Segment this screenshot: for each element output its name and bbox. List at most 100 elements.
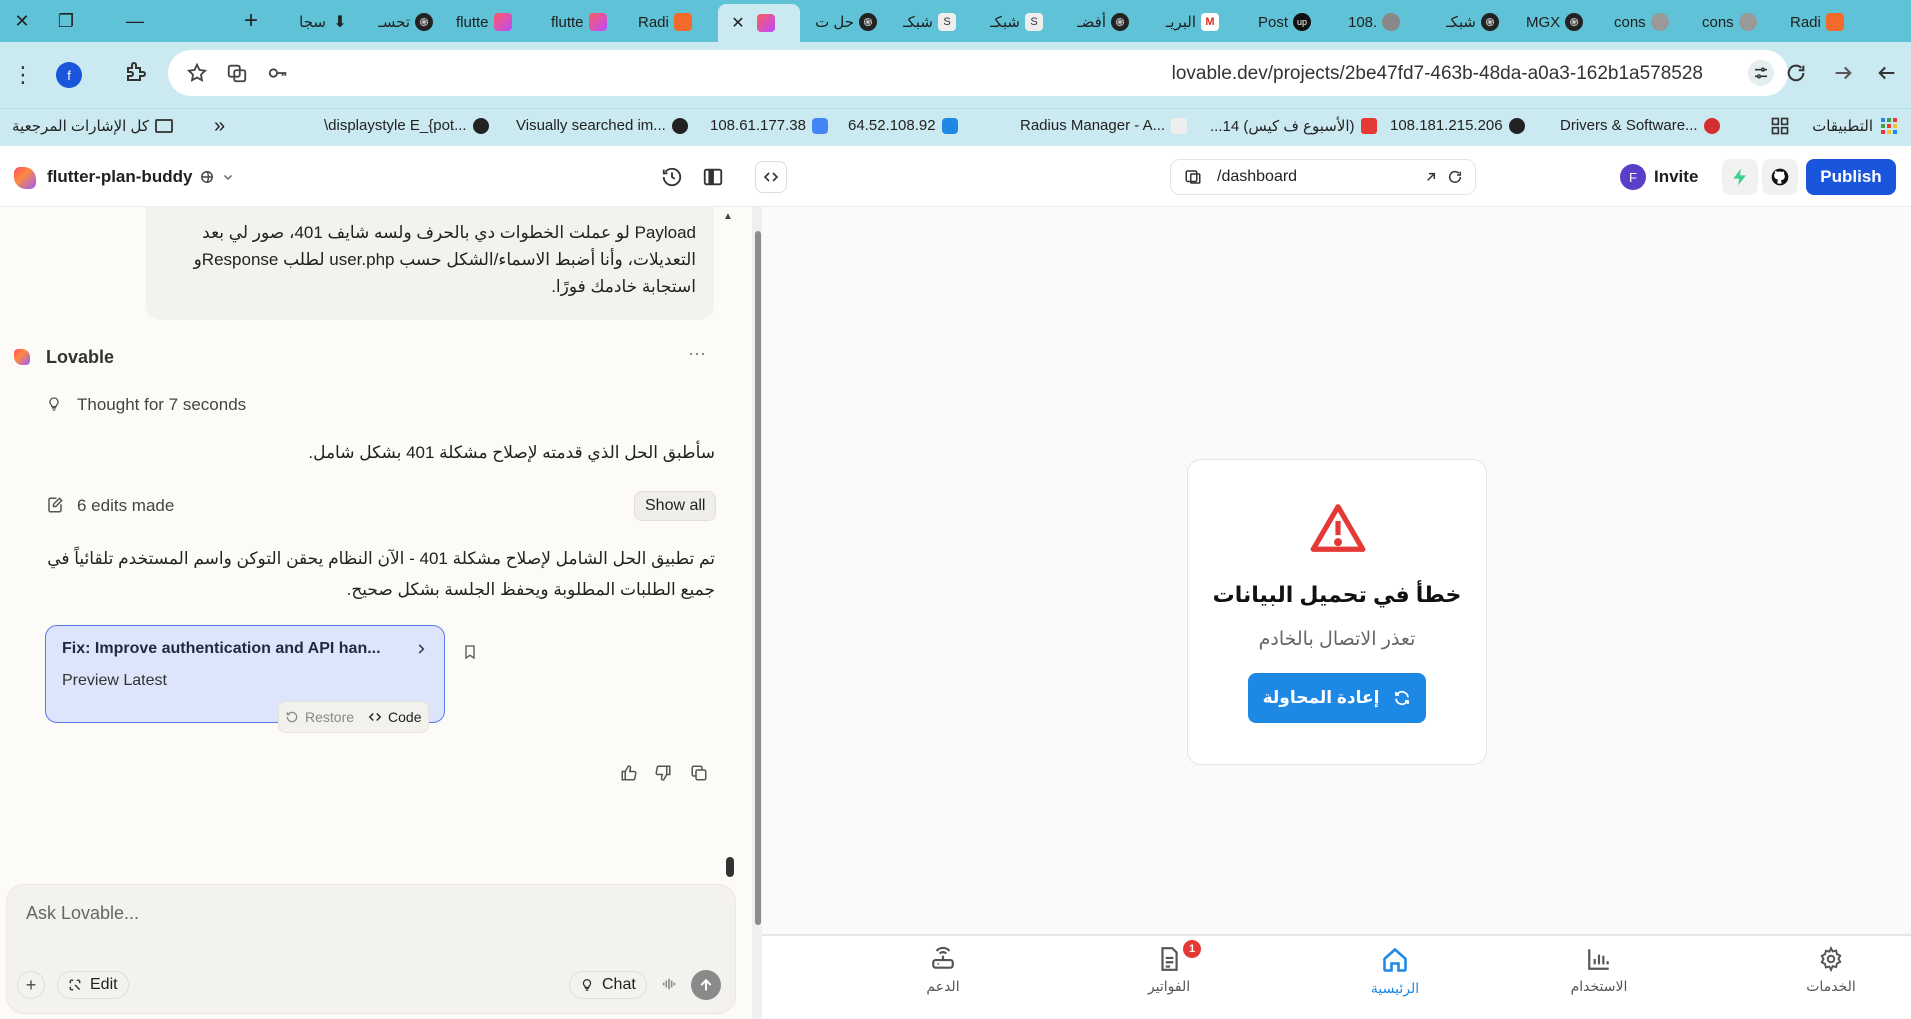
reload-icon[interactable] [1785,62,1807,84]
window-restore-button[interactable]: ❐ [44,0,88,42]
up-icon: up [1293,13,1312,31]
bookmark-item[interactable]: Visually searched im... [516,117,694,134]
thumbs-up-icon[interactable] [620,764,638,782]
minimize-icon: — [126,10,144,31]
browser-tab[interactable]: MGX ֍ [1520,7,1596,37]
thumbs-down-icon[interactable] [654,764,672,782]
nav-item-services[interactable]: الخدمات [1771,946,1891,995]
bookmark-item[interactable]: التطبيقات [1812,117,1897,135]
browser-tab[interactable]: 108. [1342,7,1420,37]
chevron-right-icon [414,642,428,656]
bookmark-star-icon[interactable] [186,62,208,84]
thought-duration[interactable]: Thought for 7 seconds [77,395,246,415]
voice-wave-icon[interactable] [661,975,677,993]
plus-icon: + [25,974,37,995]
browser-tab[interactable]: cons [1608,7,1684,37]
open-external-icon[interactable] [1423,169,1439,185]
profile-avatar[interactable]: f [56,62,82,88]
nav-item-invoices[interactable]: 1 الفواتير [1109,940,1229,995]
browser-tab[interactable]: Radi [632,7,706,37]
browser-tab[interactable]: flutte [545,7,619,37]
window-close-button[interactable]: ✕ [0,0,44,42]
sidebar-toggle-icon[interactable] [702,166,724,188]
browser-tab-active[interactable]: ✕ [718,4,800,42]
bookmark-item[interactable]: 108.181.215.206 [1390,117,1531,134]
globe-icon [472,117,489,134]
attach-button[interactable]: + [17,971,45,999]
notification-badge: 1 [1183,940,1201,958]
close-tab-icon: ✕ [731,15,745,32]
show-all-button[interactable]: Show all [634,491,717,521]
restore-button[interactable]: Restore [285,709,354,725]
site-settings-icon[interactable] [1748,60,1774,86]
tab-label: flutte [456,13,489,31]
openai-icon: ֍ [415,13,433,31]
browser-tab[interactable]: ⬇ سجا [280,7,360,37]
route-input[interactable]: /dashboard [1217,168,1297,186]
scroll-up-icon[interactable]: ▲ [723,211,733,222]
bookmark-item[interactable]: (الأسبوع ف كيس) 14... [1210,117,1383,135]
browser-tab[interactable]: S شبكـ [895,7,967,37]
openai-icon: ֍ [859,13,877,31]
github-button[interactable] [1762,159,1798,195]
bookmark-item[interactable]: 64.52.108.92 [848,117,964,134]
browser-tab[interactable]: cons [1696,7,1772,37]
chevron-double-icon[interactable]: » [214,115,225,138]
bookmark-item[interactable]: \displaystyle E_{pot... [324,117,495,134]
tab-groups-icon[interactable] [1770,116,1790,136]
invite-button[interactable]: F Invite [1620,159,1698,195]
scrollbar-thumb[interactable] [755,231,761,925]
browser-tab[interactable]: ֍ حل ت [808,7,888,37]
translate-icon[interactable] [226,62,248,84]
new-tab-button[interactable]: + [229,0,273,42]
bookmark-label: 64.52.108.92 [848,117,936,134]
nav-item-support[interactable]: الدعم [883,946,1003,995]
code-icon [763,169,779,185]
supabase-button[interactable] [1722,159,1758,195]
publish-button[interactable]: Publish [1806,159,1896,195]
panel-scrollbar[interactable] [752,207,762,1019]
code-view-button[interactable] [755,161,787,193]
browser-tab[interactable]: Post up [1252,7,1328,37]
chat-mode-button[interactable]: Chat [569,971,647,999]
url-text[interactable]: lovable.dev/projects/2be47fd7-463b-48da-… [1172,63,1703,85]
key-icon[interactable] [266,62,290,84]
menu-dots-icon[interactable]: ⋮ [12,62,34,88]
browser-tab[interactable]: Radi [1784,7,1860,37]
refresh-icon[interactable] [1447,169,1463,185]
bookmark-item[interactable]: 108.61.177.38 [710,117,834,134]
retry-button[interactable]: إعادة المحاولة [1248,673,1426,723]
history-icon[interactable] [661,166,683,188]
route-bar[interactable]: /dashboard [1170,159,1476,195]
nav-item-home[interactable]: الرئيسية [1335,946,1455,997]
message-more-button[interactable]: ··· [688,343,706,364]
edit-mode-button[interactable]: Edit [57,971,129,999]
bookmark-item[interactable]: Drivers & Software... [1560,117,1726,134]
back-arrow-icon[interactable] [1832,62,1854,84]
browser-tab[interactable]: M البريـ [1154,7,1230,37]
bookmark-icon[interactable] [462,643,478,661]
device-preview-icon[interactable] [1183,168,1203,186]
project-selector[interactable]: flutter-plan-buddy [47,167,234,187]
lovable-avatar-icon [14,349,30,365]
chat-input[interactable]: Ask Lovable... [26,903,139,924]
nav-item-usage[interactable]: الاستخدام [1539,946,1659,995]
omnibox[interactable]: lovable.dev/projects/2be47fd7-463b-48da-… [168,50,1788,96]
plus-icon: + [243,7,258,34]
forward-arrow-icon[interactable] [1876,62,1898,84]
gmail-icon: M [1201,13,1219,31]
browser-tab[interactable]: ֍ تحسـ [362,7,444,37]
browser-tab[interactable]: ֍ أفضـ [1068,7,1140,37]
browser-tab[interactable]: S شبكـ [982,7,1054,37]
extensions-icon[interactable] [124,60,148,84]
code-button[interactable]: Code [368,709,422,725]
window-minimize-button[interactable]: — [113,0,157,42]
bookmark-item[interactable]: كل الإشارات المرجعية [12,117,179,135]
send-button[interactable] [691,970,721,1000]
scroll-handle[interactable] [726,857,734,877]
bookmark-item[interactable]: Radius Manager - A... [1020,117,1193,134]
lovable-icon [493,13,512,31]
browser-tab[interactable]: flutte [450,7,530,37]
browser-tab[interactable]: ֍ شبكـ [1432,7,1510,37]
copy-icon[interactable] [690,764,708,782]
